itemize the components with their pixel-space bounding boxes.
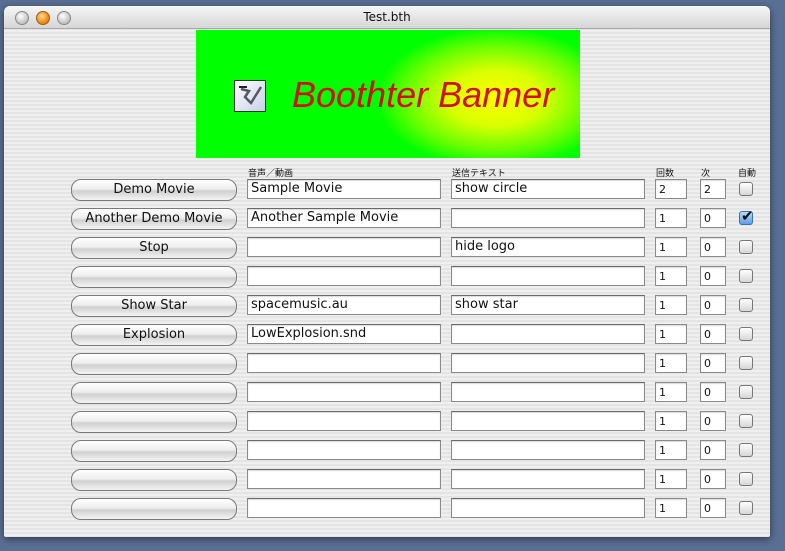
sound-field[interactable] xyxy=(247,440,441,460)
cue-button[interactable] xyxy=(71,266,237,288)
send-text-field[interactable] xyxy=(451,498,645,518)
auto-checkbox[interactable] xyxy=(739,501,753,515)
count-field[interactable]: 1 xyxy=(655,498,687,518)
cue-button[interactable]: Another Demo Movie xyxy=(71,208,237,230)
cue-row: 10 xyxy=(4,353,770,377)
next-field[interactable]: 0 xyxy=(700,208,726,228)
auto-checkbox[interactable] xyxy=(739,385,753,399)
cue-button[interactable] xyxy=(71,469,237,491)
send-text-field[interactable] xyxy=(451,440,645,460)
count-field[interactable]: 1 xyxy=(655,411,687,431)
next-field[interactable]: 0 xyxy=(700,295,726,315)
next-field[interactable]: 0 xyxy=(700,440,726,460)
header-text: 送信テキスト xyxy=(452,169,506,179)
cue-button[interactable] xyxy=(71,353,237,375)
cue-row: 10 xyxy=(4,498,770,522)
cue-row: Another Demo Movie Another Sample Movie 1 0… xyxy=(4,207,770,232)
cue-button[interactable]: Demo Movie xyxy=(71,179,237,201)
count-field[interactable]: 1 xyxy=(655,440,687,460)
next-field[interactable]: 2 xyxy=(700,179,726,199)
next-field[interactable]: 0 xyxy=(700,237,726,257)
cue-row: Stop hide logo 1 0 xyxy=(4,237,770,261)
sound-field[interactable] xyxy=(247,382,441,402)
header-auto: 自動 xyxy=(738,169,757,179)
sound-field[interactable]: Another Sample Movie xyxy=(247,208,441,228)
next-field[interactable]: 0 xyxy=(700,382,726,402)
auto-checkbox[interactable] xyxy=(739,472,753,486)
auto-checkbox[interactable] xyxy=(739,356,753,370)
title-bar[interactable]: Test.bth xyxy=(4,6,770,29)
next-field[interactable]: 0 xyxy=(700,324,726,344)
auto-checkbox[interactable] xyxy=(739,327,753,341)
cue-row: 10 xyxy=(4,411,770,435)
next-field[interactable]: 0 xyxy=(700,498,726,518)
sound-field[interactable] xyxy=(247,498,441,518)
auto-checkbox[interactable] xyxy=(739,182,753,196)
cue-button[interactable]: Show Star xyxy=(71,295,237,317)
checkmark-icon: ✔ xyxy=(741,207,754,225)
count-field[interactable]: 1 xyxy=(655,266,687,286)
count-field[interactable]: 1 xyxy=(655,353,687,373)
header-sound: 音声／動画 xyxy=(248,169,294,179)
app-window: Test.bth Boothter Banner 音声／動画 送信テキスト 回数… xyxy=(4,6,770,537)
cue-button[interactable] xyxy=(71,382,237,404)
send-text-field[interactable] xyxy=(451,411,645,431)
cue-button[interactable] xyxy=(71,411,237,433)
banner: Boothter Banner xyxy=(196,30,580,158)
cue-row: Demo Movie Sample Movie show circle 2 2 xyxy=(4,179,770,203)
cue-row: Explosion LowExplosion.snd 1 0 xyxy=(4,324,770,348)
next-field[interactable]: 0 xyxy=(700,353,726,373)
sound-field[interactable]: Sample Movie xyxy=(247,179,441,199)
send-text-field[interactable]: hide logo xyxy=(451,237,645,257)
auto-checkbox[interactable] xyxy=(739,240,753,254)
cue-row: 10 xyxy=(4,266,770,290)
send-text-field[interactable]: show star xyxy=(451,295,645,315)
count-field[interactable]: 1 xyxy=(655,295,687,315)
cue-row: Show Star spacemusic.au show star 1 0 xyxy=(4,295,770,319)
send-text-field[interactable] xyxy=(451,266,645,286)
send-text-field[interactable] xyxy=(451,208,645,228)
auto-checkbox[interactable] xyxy=(739,269,753,283)
sound-field[interactable] xyxy=(247,469,441,489)
sound-field[interactable] xyxy=(247,411,441,431)
cue-button[interactable] xyxy=(71,440,237,462)
send-text-field[interactable]: show circle xyxy=(451,179,645,199)
count-field[interactable]: 1 xyxy=(655,324,687,344)
cue-button[interactable]: Explosion xyxy=(71,324,237,346)
auto-checkbox[interactable] xyxy=(739,414,753,428)
auto-checkbox[interactable] xyxy=(739,443,753,457)
header-count: 回数 xyxy=(656,169,675,179)
banner-title: Boothter Banner xyxy=(292,74,555,115)
sound-field[interactable]: LowExplosion.snd xyxy=(247,324,441,344)
cue-button[interactable] xyxy=(71,498,237,520)
send-text-field[interactable] xyxy=(451,324,645,344)
send-text-field[interactable] xyxy=(451,382,645,402)
count-field[interactable]: 1 xyxy=(655,469,687,489)
window-title: Test.bth xyxy=(363,10,411,24)
send-text-field[interactable] xyxy=(451,353,645,373)
next-field[interactable]: 0 xyxy=(700,469,726,489)
cue-row: 10 xyxy=(4,469,770,493)
sound-field[interactable] xyxy=(247,353,441,373)
next-field[interactable]: 0 xyxy=(700,411,726,431)
sound-field[interactable] xyxy=(247,237,441,257)
cue-row: 10 xyxy=(4,440,770,464)
sound-field[interactable] xyxy=(247,266,441,286)
cue-button[interactable]: Stop xyxy=(71,237,237,259)
sound-field[interactable]: spacemusic.au xyxy=(247,295,441,315)
send-text-field[interactable] xyxy=(451,469,645,489)
banner-icon xyxy=(234,80,266,112)
count-field[interactable]: 2 xyxy=(655,179,687,199)
next-field[interactable]: 0 xyxy=(700,266,726,286)
auto-checkbox[interactable]: ✔ xyxy=(739,207,754,225)
auto-checkbox[interactable] xyxy=(739,298,753,312)
header-next: 次 xyxy=(701,169,711,179)
count-field[interactable]: 1 xyxy=(655,382,687,402)
count-field[interactable]: 1 xyxy=(655,208,687,228)
count-field[interactable]: 1 xyxy=(655,237,687,257)
cue-row: 10 xyxy=(4,382,770,406)
